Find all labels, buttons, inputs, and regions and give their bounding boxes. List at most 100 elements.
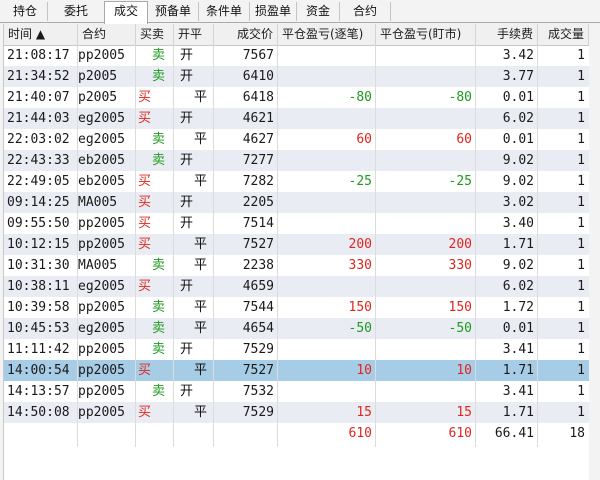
cell-contract: eb2005	[78, 174, 125, 189]
table-row[interactable]: 22:43:33 eb2005 卖开 7277 9.02 1	[4, 150, 589, 171]
cell-pnl-mtm	[376, 66, 476, 87]
cell-contract: pp2005	[78, 216, 125, 231]
cell-pnl-trade	[278, 150, 376, 171]
cell-qty: 1	[577, 363, 585, 378]
col-header-time[interactable]: 时间 ▲	[4, 24, 78, 45]
table-row[interactable]: 21:34:52 p2005 卖开 6410 3.77 1	[4, 66, 589, 87]
col-header-fee[interactable]: 手续费	[476, 24, 538, 45]
cell-price: 7529	[242, 342, 274, 357]
cell-time: 22:43:33	[7, 153, 70, 168]
cell-qty: 1	[577, 195, 585, 210]
cell-time: 21:44:03	[7, 111, 70, 126]
col-header-openclose[interactable]: 开平	[174, 24, 214, 45]
cell-side: 卖	[152, 258, 166, 273]
table-row-selected[interactable]: 14:00:54 pp2005 买 平 7527 10 10 1.71 1	[4, 360, 589, 381]
tab-stop-orders[interactable]: 损盈单	[250, 2, 297, 21]
cell-pnl-trade	[278, 66, 376, 87]
cell-price: 7282	[242, 174, 274, 189]
cell-price: 4659	[242, 279, 274, 294]
cell-fee: 9.02	[502, 174, 534, 189]
table-row[interactable]: 10:38:11 eg2005 买 开 4659 6.02 1	[4, 276, 589, 297]
cell-contract: p2005	[78, 69, 118, 84]
tab-orders[interactable]: 委托	[48, 2, 105, 21]
cell-pnl-trade: -25	[348, 174, 372, 189]
col-header-pnl-trade[interactable]: 平仓盈亏(逐笔)	[278, 24, 376, 45]
cell-price: 2205	[242, 195, 274, 210]
cell-openclose: 开	[180, 216, 194, 231]
cell-time: 14:50:08	[7, 405, 70, 420]
cell-openclose: 平	[194, 132, 208, 147]
col-header-pnl-mtm[interactable]: 平仓盈亏(盯市)	[376, 24, 476, 45]
cell-openclose: 开	[180, 384, 194, 399]
tab-conditional-orders[interactable]: 条件单	[199, 2, 250, 21]
cell-qty: 1	[577, 321, 585, 336]
cell-openclose: 平	[194, 300, 208, 315]
table-row[interactable]: 14:13:57 pp2005 卖开 7532 3.41 1	[4, 381, 589, 402]
table-row[interactable]: 22:03:02 eg2005 卖 平 4627 60 60 0.01 1	[4, 129, 589, 150]
cell-pnl-trade: 200	[348, 237, 372, 252]
cell-pnl-trade: 10	[356, 363, 372, 378]
tab-positions[interactable]: 持仓	[3, 2, 48, 21]
cell-contract: eg2005	[78, 111, 125, 126]
cell-qty: 1	[577, 69, 585, 84]
cell-pnl-trade: 60	[356, 132, 372, 147]
col-header-price[interactable]: 成交价	[214, 24, 278, 45]
cell-time: 10:38:11	[7, 279, 70, 294]
tab-funds[interactable]: 资金	[297, 2, 340, 21]
table-row[interactable]: 21:40:07 p2005 买 平 6418 -80 -80 0.01 1	[4, 87, 589, 108]
col-header-side[interactable]: 买卖	[136, 24, 174, 45]
cell-time: 09:55:50	[7, 216, 70, 231]
cell-pnl-mtm	[376, 45, 476, 66]
table-row[interactable]: 21:44:03 eg2005 买 开 4621 6.02 1	[4, 108, 589, 129]
cell-price: 6410	[242, 69, 274, 84]
cell-pnl-trade	[278, 276, 376, 297]
cell-time: 09:14:25	[7, 195, 70, 210]
cell-pnl-mtm: 15	[456, 405, 472, 420]
cell-time: 11:11:42	[7, 342, 70, 357]
cell-qty: 1	[577, 279, 585, 294]
table-row[interactable]: 14:50:08 pp2005 买 平 7529 15 15 1.71 1	[4, 402, 589, 423]
cell-contract: eg2005	[78, 132, 125, 147]
cell-fee: 9.02	[502, 153, 534, 168]
col-header-qty[interactable]: 成交量	[538, 24, 589, 45]
cell-contract: eb2005	[78, 153, 125, 168]
cell-price: 7527	[242, 363, 274, 378]
vertical-scrollbar[interactable]	[589, 24, 600, 480]
cell-pnl-trade: 150	[348, 300, 372, 315]
cell-contract: eg2005	[78, 279, 125, 294]
cell-price: 7527	[242, 237, 274, 252]
table-row[interactable]: 10:12:15 pp2005 买 平 7527 200 200 1.71 1	[4, 234, 589, 255]
cell-time: 22:49:05	[7, 174, 70, 189]
table-row[interactable]: 11:11:42 pp2005 卖开 7529 3.41 1	[4, 339, 589, 360]
cell-pnl-trade	[278, 45, 376, 66]
cell-time: 22:03:02	[7, 132, 70, 147]
cell-openclose: 开	[180, 195, 194, 210]
table-row[interactable]: 10:31:30 MA005 卖 平 2238 330 330 9.02 1	[4, 255, 589, 276]
cell-fee: 6.02	[502, 279, 534, 294]
tab-prepared-orders[interactable]: 预备单	[148, 2, 199, 21]
table-row[interactable]: 09:55:50 pp2005 买 开 7514 3.40 1	[4, 213, 589, 234]
cell-side: 卖	[152, 132, 166, 147]
tab-trades[interactable]: 成交	[104, 1, 148, 24]
col-header-contract[interactable]: 合约	[78, 24, 136, 45]
table-row[interactable]: 21:08:17 pp2005 卖开 7567 3.42 1	[4, 45, 589, 66]
table-row[interactable]: 22:49:05 eb2005 买 平 7282 -25 -25 9.02 1	[4, 171, 589, 192]
table-row[interactable]: 09:14:25 MA005 买 开 2205 3.02 1	[4, 192, 589, 213]
cell-openclose: 平	[194, 258, 208, 273]
cell-pnl-trade: -50	[348, 321, 372, 336]
cell-fee: 1.72	[502, 300, 534, 315]
cell-side: 卖	[152, 384, 166, 399]
cell-price: 7544	[242, 300, 274, 315]
cell-openclose: 平	[194, 90, 208, 105]
cell-pnl-trade	[278, 213, 376, 234]
tab-bar: 持仓 委托 成交 预备单 条件单 损盈单 资金 合约	[0, 0, 600, 24]
table-row[interactable]: 10:45:53 eg2005 卖 平 4654 -50 -50 0.01 1	[4, 318, 589, 339]
total-qty: 18	[569, 426, 585, 441]
cell-openclose: 开	[180, 111, 194, 126]
cell-qty: 1	[577, 237, 585, 252]
cell-side: 买	[138, 237, 152, 252]
tab-contracts[interactable]: 合约	[340, 2, 391, 21]
cell-qty: 1	[577, 384, 585, 399]
cell-fee: 0.01	[502, 321, 534, 336]
table-row[interactable]: 10:39:58 pp2005 卖 平 7544 150 150 1.72 1	[4, 297, 589, 318]
